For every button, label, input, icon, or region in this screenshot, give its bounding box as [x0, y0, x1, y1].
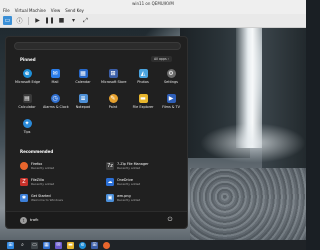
tips-icon: ✦ — [22, 119, 32, 128]
gear-icon: ⚙ — [166, 69, 176, 78]
calendar-icon: ▦ — [78, 69, 88, 78]
recommended-7zip[interactable]: 7z 7-Zip File Manager Recently added — [106, 159, 186, 173]
recommended-firefox[interactable]: Firefox Recently added — [20, 159, 100, 173]
play-icon[interactable]: ▶ — [33, 16, 42, 25]
toolbar: ▭ ⓘ ▶ ❚❚ ■ ▾ ⤢ — [0, 14, 306, 28]
file-explorer-icon[interactable]: ▬ — [67, 241, 74, 249]
all-apps-button[interactable]: All apps › — [151, 56, 172, 62]
get-started-icon: ✱ — [20, 194, 28, 202]
pinned-calendar[interactable]: ▦ Calendar — [71, 68, 95, 90]
pinned-settings[interactable]: ⚙ Settings — [159, 68, 183, 90]
avatar[interactable]: t — [20, 217, 27, 224]
clock-icon: ◷ — [50, 94, 60, 103]
paint-icon: ✎ — [108, 94, 118, 103]
pinned-alarms-clock[interactable]: ◷ Alarms & Clock — [43, 93, 69, 115]
task-view-icon[interactable]: ▭ — [31, 241, 38, 249]
power-icon[interactable]: ⏻ — [166, 216, 174, 224]
pinned-file-explorer[interactable]: ▬ File Explorer — [131, 93, 155, 115]
info-icon[interactable]: ⓘ — [15, 16, 24, 25]
menu-view[interactable]: View — [51, 7, 61, 14]
fullscreen-icon[interactable]: ⤢ — [81, 16, 90, 25]
pinned-paint[interactable]: ✎ Paint — [101, 93, 125, 115]
pinned-films-tv[interactable]: ▶ Films & TV — [159, 93, 183, 115]
window-title: win11 on QEMU/KVM — [132, 1, 174, 6]
user-name[interactable]: trafk — [30, 218, 38, 222]
store-icon: ⊞ — [108, 69, 118, 78]
wallpaper-mist — [200, 123, 306, 163]
menu-send-key[interactable]: Send Key — [65, 7, 84, 14]
notepad-icon: ≡ — [78, 94, 88, 103]
pinned-microsoft-edge[interactable]: e Microsoft Edge — [15, 68, 40, 90]
firefox-icon — [20, 162, 28, 170]
pinned-title: Pinned — [20, 57, 36, 62]
store-icon[interactable]: ⊞ — [91, 241, 98, 249]
recommended-get-started[interactable]: ✱ Get Started Welcome to Windows — [20, 191, 100, 205]
start-menu-footer: t trafk ⏻ — [6, 211, 187, 228]
pinned-calculator[interactable]: ▤ Calculator — [15, 93, 39, 115]
start-search-input[interactable] — [14, 42, 181, 50]
recommended-filezilla[interactable]: Z FileZilla Recently added — [20, 175, 100, 189]
pinned-microsoft-store[interactable]: ⊞ Microsoft Store — [101, 68, 126, 90]
pinned-tips[interactable]: ✦ Tips — [15, 118, 39, 140]
onedrive-icon: ☁ — [106, 178, 114, 186]
recommended-wm-png[interactable]: ▣ wm.png Recently added — [106, 191, 186, 205]
menu-file[interactable]: File — [3, 7, 10, 14]
calculator-icon: ▤ — [22, 94, 32, 103]
stop-icon[interactable]: ■ — [57, 16, 66, 25]
filezilla-icon: Z — [20, 178, 28, 186]
film-icon: ▶ — [166, 94, 176, 103]
recommended-title: Recommended — [20, 149, 54, 154]
search-icon[interactable]: ⌕ — [19, 242, 26, 249]
window-titlebar: win11 on QEMU/KVM — [0, 0, 306, 7]
avatar-letter: t — [22, 218, 25, 223]
photos-icon: ◭ — [138, 69, 148, 78]
firefox-icon[interactable] — [103, 241, 110, 249]
edge-icon: e — [22, 69, 32, 78]
snapshot-icon[interactable]: ▾ — [69, 16, 78, 25]
menu-bar: File Virtual Machine View Send Key — [0, 7, 306, 14]
pinned-mail[interactable]: ✉ Mail — [43, 68, 67, 90]
pinned-notepad[interactable]: ≡ Notepad — [71, 93, 95, 115]
menu-virtual-machine[interactable]: Virtual Machine — [15, 7, 46, 14]
taskbar: ⊞ ⌕ ▭ ▦ ✉ ▬ e ⊞ — [0, 240, 306, 250]
mail-icon: ✉ — [50, 69, 60, 78]
image-file-icon: ▣ — [106, 194, 114, 202]
monitor-icon[interactable]: ▭ — [3, 16, 12, 25]
widgets-icon[interactable]: ▦ — [43, 241, 50, 249]
windows-start-icon[interactable]: ⊞ — [7, 241, 14, 249]
toolbar-separator — [28, 16, 29, 25]
pause-icon[interactable]: ❚❚ — [44, 16, 54, 25]
7zip-icon: 7z — [106, 162, 114, 170]
pinned-photos[interactable]: ◭ Photos — [131, 68, 155, 90]
folder-icon: ▬ — [138, 94, 148, 103]
recommended-onedrive[interactable]: ☁ OneDrive Recently added — [106, 175, 186, 189]
wallpaper-rocks — [190, 168, 306, 240]
edge-icon[interactable]: e — [79, 241, 86, 249]
chat-icon[interactable]: ✉ — [55, 241, 62, 249]
start-menu: Pinned All apps › e Microsoft Edge ✉ Mai… — [5, 36, 188, 229]
